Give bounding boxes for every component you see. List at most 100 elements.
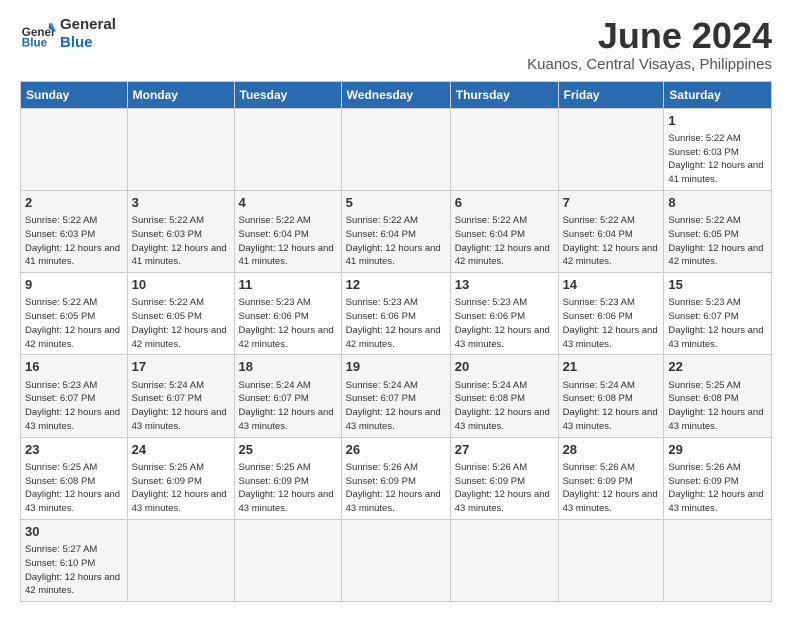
calendar-cell: 26 Sunrise: 5:26 AM Sunset: 6:09 PM Dayli…: [341, 437, 450, 519]
calendar-cell: 14Sunrise: 5:23 AM Sunset: 6:06 PM Dayli…: [558, 273, 664, 355]
day-info: Sunrise: 5:26 AM Sunset: 6:09 PM Dayligh…: [455, 461, 554, 516]
day-info: Sunrise: 5:27 AM Sunset: 6:10 PM Dayligh…: [25, 543, 123, 598]
day-info: Sunrise: 5:23 AM Sunset: 6:06 PM Dayligh…: [239, 296, 337, 351]
day-number: 13: [455, 276, 554, 294]
calendar-cell: 12 Sunrise: 5:23 AM Sunset: 6:06 PM Dayli…: [341, 273, 450, 355]
day-info: Sunrise: 5:25 AM Sunset: 6:08 PM Dayligh…: [668, 379, 767, 434]
day-number: 17: [132, 358, 230, 376]
day-number: 11: [239, 276, 337, 294]
day-number: 23: [25, 441, 123, 459]
day-info: Sunrise: 5:26 AM Sunset: 6:09 PM Dayligh…: [563, 461, 660, 516]
day-number: 1: [668, 112, 767, 130]
calendar-cell: 5 Sunrise: 5:22 AM Sunset: 6:04 PM Daylig…: [341, 190, 450, 272]
calendar-cell: 3 Sunrise: 5:22 AM Sunset: 6:03 PM Daylig…: [127, 190, 234, 272]
calendar-cell: 13 Sunrise: 5:23 AM Sunset: 6:06 PM Dayli…: [450, 273, 558, 355]
calendar-cell: 28 Sunrise: 5:26 AM Sunset: 6:09 PM Dayli…: [558, 437, 664, 519]
day-number: 15: [668, 276, 767, 294]
day-info: Sunrise: 5:22 AM Sunset: 6:04 PM Dayligh…: [346, 214, 446, 269]
calendar-cell: [21, 108, 128, 190]
day-info: Sunrise: 5:22 AM Sunset: 6:04 PM Dayligh…: [563, 214, 660, 269]
day-info: Sunrise: 5:22 AM Sunset: 6:03 PM Dayligh…: [132, 214, 230, 269]
calendar-cell: [234, 519, 341, 601]
day-info: Sunrise: 5:23 AM Sunset: 6:07 PM Dayligh…: [668, 296, 767, 351]
day-number: 26: [346, 441, 446, 459]
day-info: Sunrise: 5:22 AM Sunset: 6:05 PM Dayligh…: [132, 296, 230, 351]
calendar-cell: 24 Sunrise: 5:25 AM Sunset: 6:09 PM Dayli…: [127, 437, 234, 519]
calendar-table: SundayMondayTuesdayWednesdayThursdayFrid…: [20, 81, 772, 603]
day-number: 6: [455, 194, 554, 212]
weekday-header-wednesday: Wednesday: [341, 81, 450, 108]
calendar-cell: [664, 519, 772, 601]
calendar-cell: [558, 519, 664, 601]
calendar-cell: 11 Sunrise: 5:23 AM Sunset: 6:06 PM Dayli…: [234, 273, 341, 355]
day-number: 3: [132, 194, 230, 212]
day-info: Sunrise: 5:22 AM Sunset: 6:03 PM Dayligh…: [25, 214, 123, 269]
day-info: Sunrise: 5:25 AM Sunset: 6:09 PM Dayligh…: [239, 461, 337, 516]
day-number: 21: [563, 358, 660, 376]
calendar-cell: [558, 108, 664, 190]
calendar-cell: [127, 519, 234, 601]
calendar-cell: 7 Sunrise: 5:22 AM Sunset: 6:04 PM Daylig…: [558, 190, 664, 272]
day-info: Sunrise: 5:22 AM Sunset: 6:05 PM Dayligh…: [25, 296, 123, 351]
day-number: 4: [239, 194, 337, 212]
calendar-cell: [234, 108, 341, 190]
weekday-header-thursday: Thursday: [450, 81, 558, 108]
weekday-header-friday: Friday: [558, 81, 664, 108]
calendar-cell: [341, 108, 450, 190]
day-info: Sunrise: 5:22 AM Sunset: 6:04 PM Dayligh…: [455, 214, 554, 269]
day-info: Sunrise: 5:22 AM Sunset: 6:03 PM Dayligh…: [668, 132, 767, 187]
day-number: 29: [668, 441, 767, 459]
page-title: June 2024: [527, 16, 772, 56]
day-number: 16: [25, 358, 123, 376]
calendar-cell: 22Sunrise: 5:25 AM Sunset: 6:08 PM Dayli…: [664, 355, 772, 437]
calendar-cell: 23 Sunrise: 5:25 AM Sunset: 6:08 PM Dayli…: [21, 437, 128, 519]
day-number: 18: [239, 358, 337, 376]
calendar-cell: 4 Sunrise: 5:22 AM Sunset: 6:04 PM Daylig…: [234, 190, 341, 272]
calendar-cell: 30Sunrise: 5:27 AM Sunset: 6:10 PM Dayli…: [21, 519, 128, 601]
day-info: Sunrise: 5:24 AM Sunset: 6:07 PM Dayligh…: [132, 379, 230, 434]
logo-blue: Blue: [60, 34, 116, 52]
day-info: Sunrise: 5:26 AM Sunset: 6:09 PM Dayligh…: [668, 461, 767, 516]
day-info: Sunrise: 5:23 AM Sunset: 6:06 PM Dayligh…: [455, 296, 554, 351]
logo: General Blue General Blue: [20, 16, 116, 52]
calendar-cell: 2Sunrise: 5:22 AM Sunset: 6:03 PM Daylig…: [21, 190, 128, 272]
day-number: 7: [563, 194, 660, 212]
calendar-cell: 16 Sunrise: 5:23 AM Sunset: 6:07 PM Dayli…: [21, 355, 128, 437]
calendar-cell: [341, 519, 450, 601]
calendar-cell: 27 Sunrise: 5:26 AM Sunset: 6:09 PM Dayli…: [450, 437, 558, 519]
calendar-cell: [127, 108, 234, 190]
day-number: 12: [346, 276, 446, 294]
day-info: Sunrise: 5:24 AM Sunset: 6:07 PM Dayligh…: [239, 379, 337, 434]
calendar-cell: 25Sunrise: 5:25 AM Sunset: 6:09 PM Dayli…: [234, 437, 341, 519]
page-subtitle: Kuanos, Central Visayas, Philippines: [527, 56, 772, 73]
logo-icon: General Blue: [20, 16, 56, 52]
calendar-cell: 19Sunrise: 5:24 AM Sunset: 6:07 PM Dayli…: [341, 355, 450, 437]
day-info: Sunrise: 5:26 AM Sunset: 6:09 PM Dayligh…: [346, 461, 446, 516]
title-area: June 2024 Kuanos, Central Visayas, Phili…: [527, 16, 772, 73]
day-number: 9: [25, 276, 123, 294]
day-info: Sunrise: 5:23 AM Sunset: 6:06 PM Dayligh…: [563, 296, 660, 351]
weekday-header-tuesday: Tuesday: [234, 81, 341, 108]
day-info: Sunrise: 5:22 AM Sunset: 6:04 PM Dayligh…: [239, 214, 337, 269]
day-info: Sunrise: 5:23 AM Sunset: 6:06 PM Dayligh…: [346, 296, 446, 351]
day-info: Sunrise: 5:22 AM Sunset: 6:05 PM Dayligh…: [668, 214, 767, 269]
day-number: 8: [668, 194, 767, 212]
day-info: Sunrise: 5:25 AM Sunset: 6:08 PM Dayligh…: [25, 461, 123, 516]
day-number: 28: [563, 441, 660, 459]
calendar-cell: 21Sunrise: 5:24 AM Sunset: 6:08 PM Dayli…: [558, 355, 664, 437]
day-info: Sunrise: 5:25 AM Sunset: 6:09 PM Dayligh…: [132, 461, 230, 516]
day-number: 24: [132, 441, 230, 459]
weekday-header-sunday: Sunday: [21, 81, 128, 108]
calendar-cell: 15 Sunrise: 5:23 AM Sunset: 6:07 PM Dayli…: [664, 273, 772, 355]
calendar-cell: 18 Sunrise: 5:24 AM Sunset: 6:07 PM Dayli…: [234, 355, 341, 437]
calendar-cell: [450, 519, 558, 601]
day-number: 27: [455, 441, 554, 459]
calendar-cell: [450, 108, 558, 190]
day-info: Sunrise: 5:23 AM Sunset: 6:07 PM Dayligh…: [25, 379, 123, 434]
calendar-cell: 17 Sunrise: 5:24 AM Sunset: 6:07 PM Dayli…: [127, 355, 234, 437]
svg-text:Blue: Blue: [22, 37, 48, 50]
day-number: 20: [455, 358, 554, 376]
logo-general: General: [60, 16, 116, 34]
day-number: 19: [346, 358, 446, 376]
day-number: 5: [346, 194, 446, 212]
